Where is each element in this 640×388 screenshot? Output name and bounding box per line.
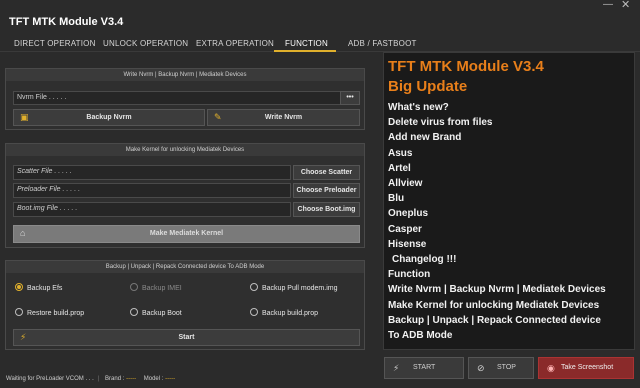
radio-icon	[15, 283, 23, 291]
brand-label: Brand :	[105, 376, 125, 382]
write-nvrm-label: Write Nvrm	[264, 114, 303, 121]
option-backup-efs[interactable]: Backup Efs	[15, 283, 62, 294]
radio-icon	[130, 308, 138, 316]
file-write-icon: ✎	[214, 112, 222, 122]
backup-nvrm-label: Backup Nvrm	[86, 114, 132, 121]
nvrm-browse-button[interactable]: •••	[340, 91, 360, 105]
radio-icon	[130, 283, 138, 291]
changelog-line: Backup | Unpack | Repack Connected devic…	[388, 314, 601, 326]
nvrm-panel: Write Nvrm | Backup Nvrm | Mediatek Devi…	[5, 68, 365, 130]
radio-icon	[15, 308, 23, 316]
stop-icon: ⊘	[477, 363, 485, 373]
make-kernel-button[interactable]: ⌂ Make Mediatek Kernel	[13, 225, 360, 243]
start-backup-button[interactable]: ⚡ Start	[13, 329, 360, 346]
write-nvrm-button[interactable]: ✎ Write Nvrm	[207, 109, 360, 126]
tab-direct-operation[interactable]: DIRECT OPERATION	[14, 39, 96, 48]
start-button[interactable]: ⚡ START	[384, 357, 464, 379]
changelog-line: Make Kernel for unlocking Mediatek Devic…	[388, 299, 600, 311]
boot-file-field[interactable]: Boot.img File . . . . .	[13, 202, 291, 217]
option-backup-imei[interactable]: Backup IMEI	[130, 283, 182, 294]
home-icon: ⌂	[20, 228, 26, 238]
option-backup-pull-modem[interactable]: Backup Pull modem.img	[250, 283, 337, 294]
changelog-line: Allview	[388, 178, 423, 190]
model-value: -----	[165, 376, 176, 382]
active-tab-indicator	[274, 50, 336, 52]
minimize-icon[interactable]: —	[603, 0, 617, 11]
tab-unlock-operation[interactable]: UNLOCK OPERATION	[103, 39, 188, 48]
choose-boot-button[interactable]: Choose Boot.img	[293, 202, 360, 217]
changelog-line: Asus	[388, 147, 413, 159]
backup-nvrm-button[interactable]: ▣ Backup Nvrm	[13, 109, 205, 126]
backup-panel: Backup | Unpack | Repack Connected devic…	[5, 260, 365, 350]
changelog-line: To ADB Mode	[388, 330, 453, 342]
save-icon: ▣	[20, 112, 29, 122]
changelog-line: Add new Brand	[388, 132, 462, 144]
kernel-panel: Make Kernel for unlocking Mediatek Devic…	[5, 143, 365, 248]
tab-function[interactable]: FUNCTION	[285, 39, 328, 48]
camera-icon: ◉	[547, 363, 555, 373]
choose-preloader-button[interactable]: Choose Preloader	[293, 183, 360, 198]
changelog-line: Write Nvrm | Backup Nvrm | Mediatek Devi…	[388, 284, 606, 296]
tab-bar: DIRECT OPERATION UNLOCK OPERATION EXTRA …	[0, 36, 640, 52]
changelog-line: Delete virus from files	[388, 117, 493, 129]
changelog-line: What's new?	[388, 102, 449, 113]
tab-adb-fastboot[interactable]: ADB / FASTBOOT	[348, 39, 417, 48]
radio-icon	[250, 283, 258, 291]
changelog-line: Changelog !!!	[392, 254, 457, 266]
option-backup-boot[interactable]: Backup Boot	[130, 308, 182, 319]
status-message: Waiting for PreLoader VCOM . . .	[6, 376, 94, 382]
changelog-line: Blu	[388, 193, 405, 205]
changelog-line: Oneplus	[388, 208, 429, 220]
make-kernel-label: Make Mediatek Kernel	[149, 230, 224, 237]
tab-extra-operation[interactable]: EXTRA OPERATION	[196, 39, 274, 48]
start-backup-label: Start	[178, 334, 195, 341]
choose-scatter-button[interactable]: Choose Scatter	[293, 165, 360, 180]
model-label: Model :	[143, 376, 164, 382]
title-bar: TFT MTK Module V3.4 — ✕	[0, 0, 640, 36]
app-title: TFT MTK Module V3.4	[9, 16, 124, 28]
changelog-line: Function	[388, 269, 431, 281]
lightning-icon: ⚡	[20, 332, 27, 342]
brand-value: -----	[126, 376, 137, 382]
stop-button[interactable]: ⊘ STOP	[468, 357, 534, 379]
changelog-line: Artel	[388, 162, 411, 174]
lightning-icon: ⚡	[393, 363, 400, 373]
kernel-panel-header: Make Kernel for unlocking Mediatek Devic…	[6, 144, 364, 156]
nvrm-panel-header: Write Nvrm | Backup Nvrm | Mediatek Devi…	[6, 69, 364, 81]
option-backup-build-prop[interactable]: Backup build.prop	[250, 308, 318, 319]
changelog-line: Casper	[388, 223, 422, 235]
preloader-file-field[interactable]: Preloader File . . . . .	[13, 183, 291, 198]
changelog-title: TFT MTK Module V3.4	[388, 58, 544, 75]
close-icon[interactable]: ✕	[621, 0, 637, 12]
changelog-line: Hisense	[388, 238, 427, 250]
changelog-subtitle: Big Update	[388, 78, 468, 95]
backup-panel-header: Backup | Unpack | Repack Connected devic…	[6, 261, 364, 273]
changelog-panel: TFT MTK Module V3.4 Big Update What's ne…	[383, 52, 635, 350]
status-bar: Waiting for PreLoader VCOM . . . | Brand …	[6, 376, 176, 382]
scatter-file-field[interactable]: Scatter File . . . . .	[13, 165, 291, 180]
nvrm-file-field[interactable]: Nvrm File . . . . .	[13, 91, 341, 105]
option-restore-build-prop[interactable]: Restore build.prop	[15, 308, 84, 319]
take-screenshot-button[interactable]: ◉ Take Screenshot	[538, 357, 634, 379]
radio-icon	[250, 308, 258, 316]
